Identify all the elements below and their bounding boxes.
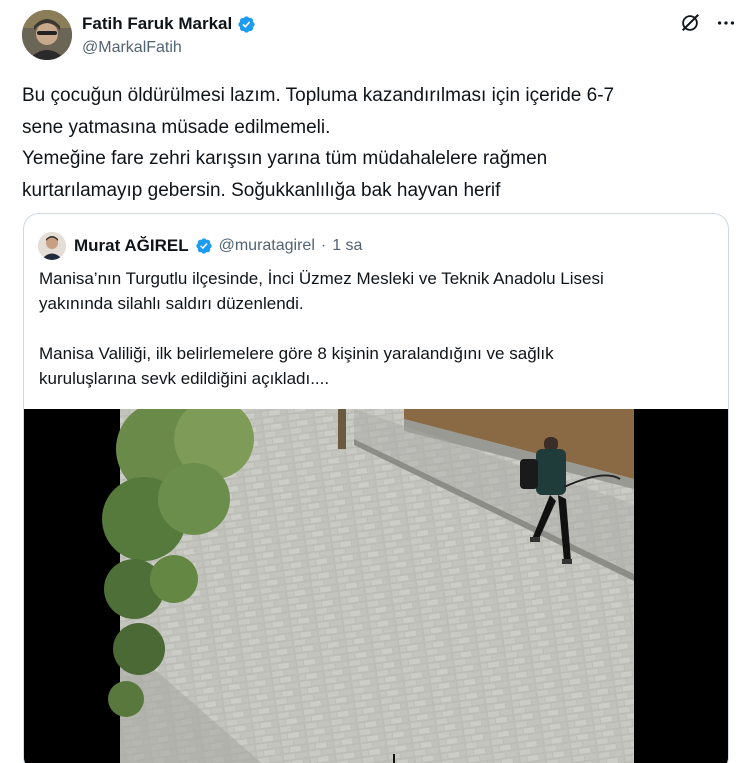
quoted-line: Manisa’nın Turgutlu ilçesinde, İnci Üzme… xyxy=(39,269,604,288)
quoted-video-thumbnail[interactable] xyxy=(24,409,728,763)
quoted-line: Manisa Valiliği, ilk belirlemelere göre … xyxy=(39,344,554,363)
tweet-line: kurtarılamayıp gebersin. Soğukkanlılığa … xyxy=(22,179,501,201)
author-avatar[interactable] xyxy=(22,10,72,60)
tweet-header: Fatih Faruk Markal @MarkalFatih xyxy=(22,10,737,62)
header-actions xyxy=(679,12,737,34)
verified-badge-icon xyxy=(238,15,255,33)
quoted-tweet[interactable]: Murat AĞIREL @muratagirel · 1 sa Manisa’… xyxy=(23,213,729,763)
tweet-line: sene yatmasına müsade edilmemeli. xyxy=(22,116,331,138)
grok-icon[interactable] xyxy=(679,12,701,34)
quoted-timestamp[interactable]: 1 sa xyxy=(332,237,362,255)
author-name-row: Fatih Faruk Markal xyxy=(82,14,256,34)
quoted-tweet-header: Murat AĞIREL @muratagirel · 1 sa xyxy=(38,232,362,260)
tweet-line: Yemeğine fare zehri karışsın yarına tüm … xyxy=(22,148,548,169)
tweet-line: Bu çocuğun öldürülmesi lazım. Topluma ka… xyxy=(22,85,615,106)
tweet-body: Bu çocuğun öldürülmesi lazım. Topluma ka… xyxy=(22,80,722,206)
author-handle[interactable]: @MarkalFatih xyxy=(82,39,182,57)
separator-dot: · xyxy=(320,237,327,254)
author-name[interactable]: Fatih Faruk Markal xyxy=(82,14,232,34)
quoted-author-handle[interactable]: @muratagirel xyxy=(219,237,315,255)
quoted-line: yakınında silahlı saldırı düzenlendi. xyxy=(39,294,304,313)
more-icon[interactable] xyxy=(715,12,737,34)
quoted-tweet-body: Manisa’nın Turgutlu ilçesinde, İnci Üzme… xyxy=(39,266,719,391)
quoted-author-avatar[interactable] xyxy=(38,232,66,260)
verified-badge-icon xyxy=(195,238,212,254)
video-frame xyxy=(24,409,728,763)
quoted-line: kuruluşlarına sevk edildiğini açıkladı..… xyxy=(39,369,330,388)
quoted-author-name[interactable]: Murat AĞIREL xyxy=(74,236,189,256)
